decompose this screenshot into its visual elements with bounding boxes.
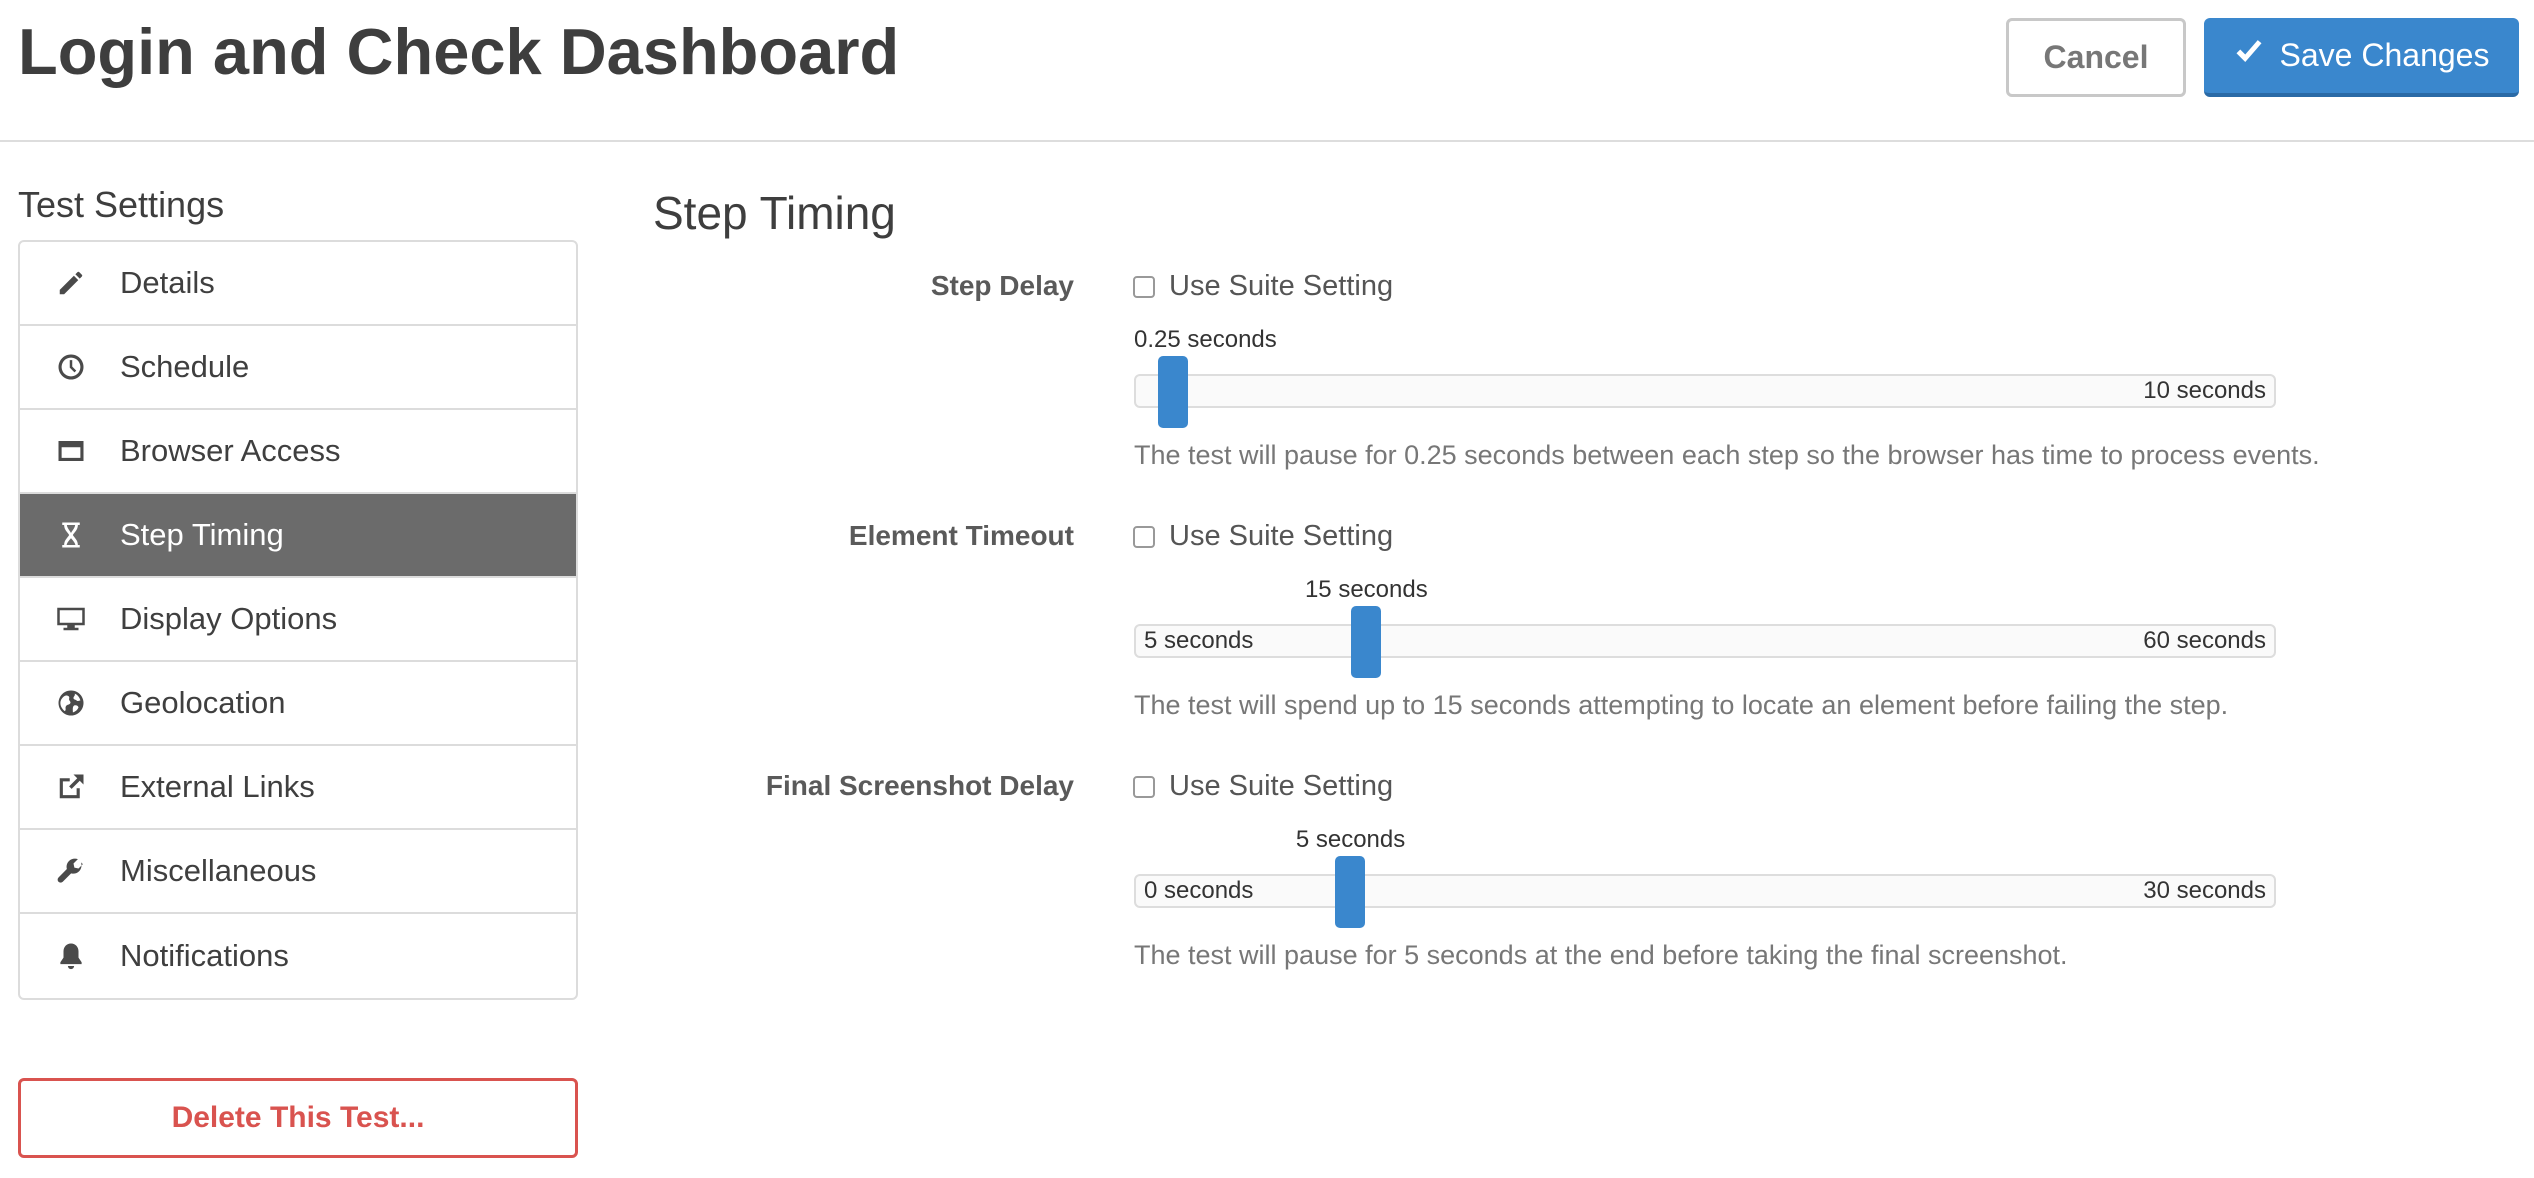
element-timeout-slider-track[interactable]: 5 seconds 60 seconds	[1134, 624, 2276, 658]
final-screenshot-delay-label: Final Screenshot Delay	[765, 770, 1074, 801]
final-screenshot-min-label: 0 seconds	[1144, 877, 1254, 904]
wrench-icon	[54, 854, 88, 888]
suite-setting-label: Use Suite Setting	[1169, 270, 1394, 302]
sidebar-item-notifications[interactable]: Notifications	[20, 914, 576, 998]
element-timeout-min-label: 5 seconds	[1144, 627, 1254, 654]
check-icon	[2234, 37, 2264, 75]
sidebar-item-label: External Links	[120, 769, 315, 804]
step-delay-description: The test will pause for 0.25 seconds bet…	[1134, 440, 2320, 470]
sidebar-item-step-timing[interactable]: Step Timing	[20, 494, 576, 578]
delete-button-label: Delete This Test...	[171, 1101, 425, 1134]
sidebar-title: Test Settings	[18, 184, 225, 225]
external-link-icon	[54, 770, 88, 804]
step-delay-suite-checkbox[interactable]	[1133, 275, 1155, 298]
final-screenshot-suite-checkbox[interactable]	[1133, 775, 1155, 798]
step-delay-suite-setting: Use Suite Setting	[1133, 270, 1393, 303]
sidebar-item-schedule[interactable]: Schedule	[20, 326, 576, 410]
sidebar-item-label: Schedule	[120, 349, 250, 384]
suite-setting-label: Use Suite Setting	[1169, 770, 1394, 802]
cancel-button[interactable]: Cancel	[2006, 18, 2186, 97]
element-timeout-suite-checkbox[interactable]	[1133, 525, 1155, 548]
step-delay-slider-track[interactable]: 10 seconds	[1134, 374, 2276, 408]
step-delay-slider-handle[interactable]	[1158, 356, 1188, 428]
monitor-icon	[54, 602, 88, 636]
settings-nav: Details Schedule Browser Access Step Tim…	[18, 240, 578, 1000]
section-title: Step Timing	[653, 187, 896, 239]
bell-icon	[54, 939, 88, 973]
sidebar-item-label: Step Timing	[120, 517, 284, 552]
sidebar-item-label: Geolocation	[120, 685, 286, 720]
step-delay-max-label: 10 seconds	[2143, 377, 2266, 404]
final-screenshot-description: The test will pause for 5 seconds at the…	[1134, 940, 2068, 970]
sidebar-item-label: Display Options	[120, 601, 338, 636]
final-screenshot-value-label: 5 seconds	[1295, 826, 1406, 853]
sidebar-item-label: Browser Access	[120, 433, 341, 468]
step-delay-label: Step Delay	[930, 270, 1074, 301]
page-header: Login and Check Dashboard Cancel Save Ch…	[0, 0, 2534, 142]
sidebar-item-browser-access[interactable]: Browser Access	[20, 410, 576, 494]
step-delay-value-label: 0.25 seconds	[1134, 326, 1277, 353]
sidebar-item-details[interactable]: Details	[20, 242, 576, 326]
sidebar-item-miscellaneous[interactable]: Miscellaneous	[20, 830, 576, 914]
delete-test-button[interactable]: Delete This Test...	[18, 1078, 578, 1158]
final-screenshot-slider-track[interactable]: 0 seconds 30 seconds	[1134, 874, 2276, 908]
globe-icon	[54, 686, 88, 720]
element-timeout-max-label: 60 seconds	[2143, 627, 2266, 654]
element-timeout-suite-setting: Use Suite Setting	[1133, 520, 1393, 553]
page-title: Login and Check Dashboard	[18, 15, 900, 88]
element-timeout-slider-handle[interactable]	[1351, 606, 1382, 678]
cancel-button-label: Cancel	[2043, 39, 2149, 75]
sidebar-item-label: Notifications	[120, 938, 289, 973]
sidebar-item-display-options[interactable]: Display Options	[20, 578, 576, 662]
sidebar-item-geolocation[interactable]: Geolocation	[20, 662, 576, 746]
element-timeout-description: The test will spend up to 15 seconds att…	[1134, 690, 2229, 720]
final-screenshot-max-label: 30 seconds	[2143, 877, 2266, 904]
final-screenshot-suite-setting: Use Suite Setting	[1133, 770, 1393, 803]
sidebar-item-label: Details	[120, 265, 215, 300]
sidebar-item-label: Miscellaneous	[120, 853, 317, 888]
pencil-icon	[54, 266, 88, 300]
element-timeout-value-label: 15 seconds	[1304, 576, 1428, 603]
suite-setting-label: Use Suite Setting	[1169, 520, 1394, 552]
clock-icon	[54, 350, 88, 384]
save-changes-button[interactable]: Save Changes	[2204, 18, 2519, 97]
final-screenshot-slider-handle[interactable]	[1335, 856, 1366, 928]
browser-window-icon	[54, 434, 88, 468]
element-timeout-label: Element Timeout	[848, 520, 1074, 551]
sidebar-item-external-links[interactable]: External Links	[20, 746, 576, 830]
hourglass-icon	[54, 518, 88, 552]
save-button-label: Save Changes	[2279, 37, 2490, 73]
